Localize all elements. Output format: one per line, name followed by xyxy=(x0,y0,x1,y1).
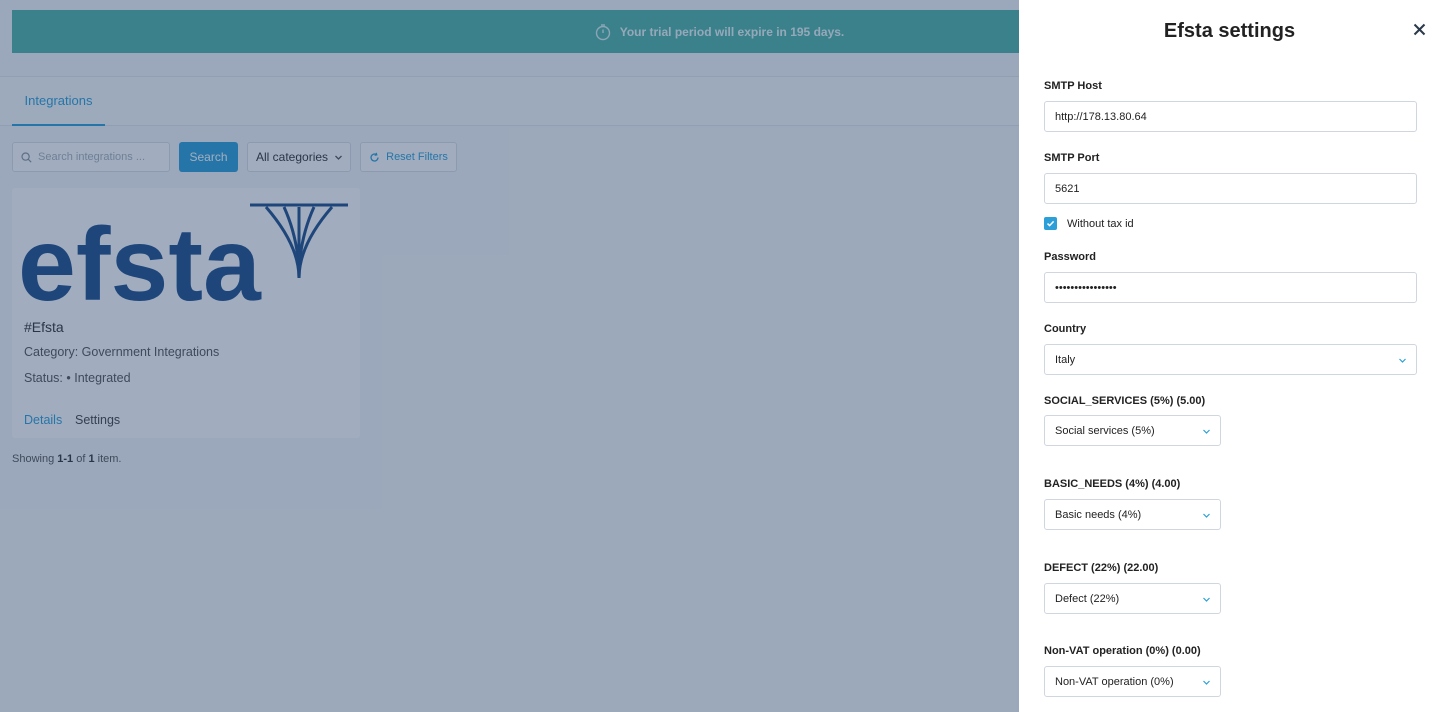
without-tax-id-label: Without tax id xyxy=(1067,217,1134,230)
close-icon xyxy=(1413,23,1425,35)
country-select-value: Italy xyxy=(1055,353,1076,366)
social-services-select[interactable]: Social services (5%) xyxy=(1044,415,1221,446)
non-vat-select[interactable]: Non-VAT operation (0%) xyxy=(1044,666,1221,697)
social-services-label: SOCIAL_SERVICES (5%) (5.00) xyxy=(1044,395,1206,407)
defect-select-value: Defect (22%) xyxy=(1055,592,1120,605)
country-select[interactable]: Italy xyxy=(1044,344,1417,375)
chevron-down-icon xyxy=(1203,429,1210,434)
smtp-port-field[interactable] xyxy=(1044,173,1417,204)
smtp-host-label: SMTP Host xyxy=(1044,80,1102,92)
without-tax-id-row: Without tax id xyxy=(1044,217,1134,230)
basic-needs-label: BASIC_NEEDS (4%) (4.00) xyxy=(1044,478,1181,490)
panel-title: Efsta settings xyxy=(1163,20,1296,42)
chevron-down-icon xyxy=(1203,680,1210,685)
basic-needs-select[interactable]: Basic needs (4%) xyxy=(1044,499,1221,530)
defect-label: DEFECT (22%) (22.00) xyxy=(1044,562,1159,574)
close-button[interactable] xyxy=(1409,19,1429,39)
chevron-down-icon xyxy=(1203,513,1210,518)
password-label: Password xyxy=(1044,251,1096,263)
social-services-select-value: Social services (5%) xyxy=(1055,424,1155,437)
non-vat-label: Non-VAT operation (0%) (0.00) xyxy=(1044,645,1201,657)
smtp-port-label: SMTP Port xyxy=(1044,152,1100,164)
without-tax-id-checkbox[interactable] xyxy=(1044,217,1057,230)
defect-select[interactable]: Defect (22%) xyxy=(1044,583,1221,614)
chevron-down-icon xyxy=(1203,597,1210,602)
basic-needs-select-value: Basic needs (4%) xyxy=(1055,508,1142,521)
settings-panel: Efsta settings SMTP Host SMTP Port Witho… xyxy=(1019,0,1440,712)
smtp-host-field[interactable] xyxy=(1044,101,1417,132)
chevron-down-icon xyxy=(1399,358,1406,363)
password-field[interactable] xyxy=(1044,272,1417,303)
non-vat-select-value: Non-VAT operation (0%) xyxy=(1055,675,1174,688)
checkmark-icon xyxy=(1046,220,1055,227)
country-label: Country xyxy=(1044,323,1087,335)
